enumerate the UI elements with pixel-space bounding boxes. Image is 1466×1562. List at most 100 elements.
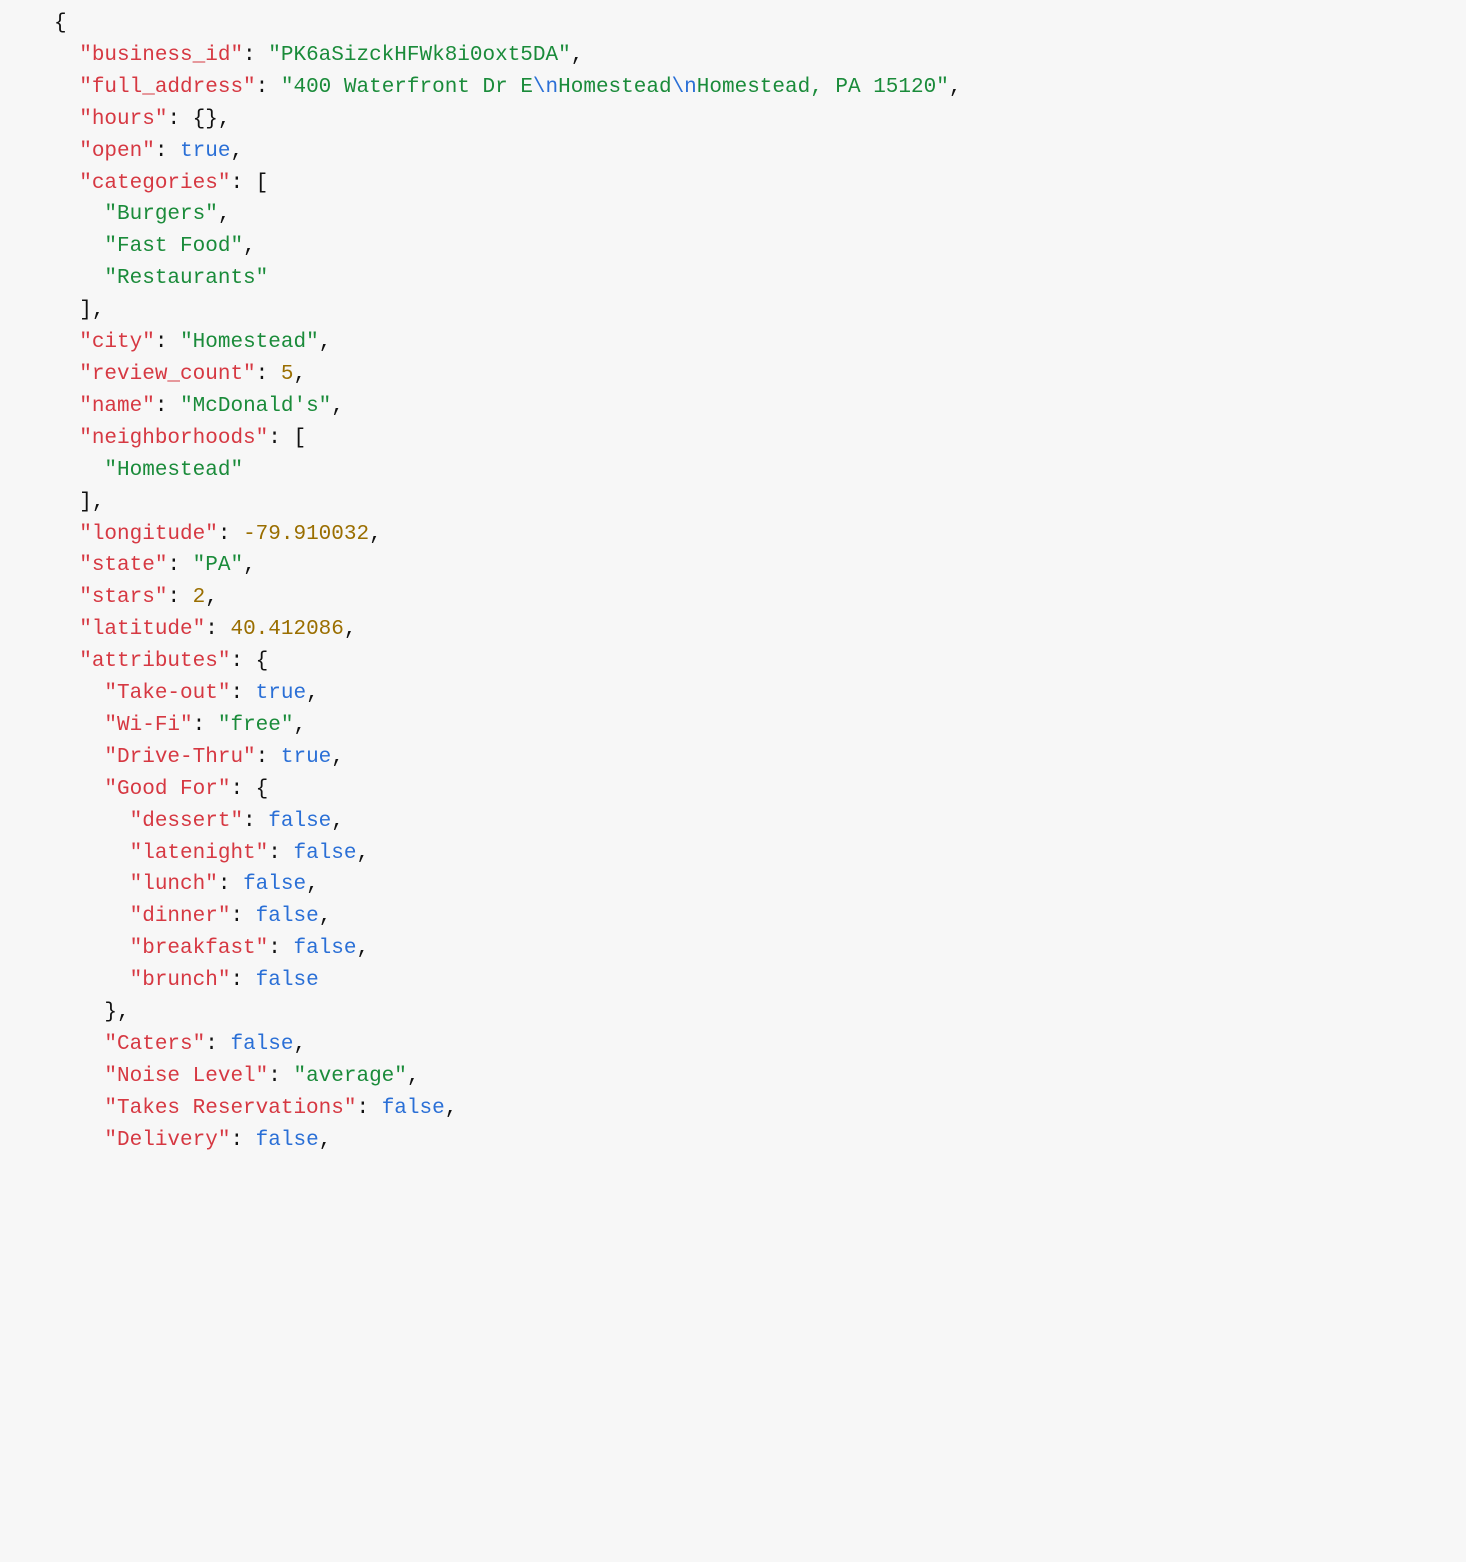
json-punct: : <box>268 937 293 960</box>
json-escape: \n <box>672 76 697 99</box>
json-key: "hours" <box>79 108 167 131</box>
json-punct: : { <box>230 650 268 673</box>
json-punct: , <box>331 810 344 833</box>
json-boolean: false <box>230 1033 293 1056</box>
json-number: -79.910032 <box>243 523 369 546</box>
json-key: "Noise Level" <box>104 1065 268 1088</box>
json-key: "dinner" <box>130 905 231 928</box>
json-punct: : [ <box>230 172 268 195</box>
json-punct: , <box>319 1129 332 1152</box>
json-punct: : <box>268 842 293 865</box>
json-punct: , <box>369 523 382 546</box>
json-boolean: false <box>293 937 356 960</box>
json-key: "state" <box>79 554 167 577</box>
json-boolean: false <box>256 969 319 992</box>
json-punct: : <box>230 905 255 928</box>
json-punct: : <box>167 554 192 577</box>
json-key: "brunch" <box>130 969 231 992</box>
json-punct: : <box>155 140 180 163</box>
json-punct: : <box>243 810 268 833</box>
json-punct: , <box>445 1097 458 1120</box>
json-punct: : <box>268 1065 293 1088</box>
json-key: "stars" <box>79 586 167 609</box>
json-string: "McDonald's" <box>180 395 331 418</box>
json-number: 40.412086 <box>230 618 343 641</box>
json-punct: ], <box>79 299 104 322</box>
json-punct: , <box>356 842 369 865</box>
json-boolean: false <box>256 1129 319 1152</box>
json-string: "average" <box>293 1065 406 1088</box>
json-punct: : <box>155 395 180 418</box>
json-punct: : <box>230 969 255 992</box>
json-punct: , <box>571 44 584 67</box>
json-key: "open" <box>79 140 155 163</box>
json-key: "city" <box>79 331 155 354</box>
json-punct: , <box>230 140 243 163</box>
json-punct: : [ <box>268 427 306 450</box>
json-punct: : <box>256 746 281 769</box>
json-punct: }, <box>104 1001 129 1024</box>
json-boolean: false <box>268 810 331 833</box>
json-punct: : {}, <box>167 108 230 131</box>
json-punct: , <box>243 235 256 258</box>
json-punct: , <box>344 618 357 641</box>
json-punct: : <box>243 44 268 67</box>
json-punct: , <box>306 682 319 705</box>
json-key: "attributes" <box>79 650 230 673</box>
json-key: "Delivery" <box>104 1129 230 1152</box>
json-punct: : <box>167 586 192 609</box>
json-punct: : { <box>230 778 268 801</box>
json-punct: : <box>193 714 218 737</box>
json-punct: , <box>293 1033 306 1056</box>
json-punct: : <box>155 331 180 354</box>
json-punct: { <box>54 12 67 35</box>
json-number: 5 <box>281 363 294 386</box>
json-key: "Take-out" <box>104 682 230 705</box>
json-punct: , <box>293 363 306 386</box>
json-punct: : <box>230 1129 255 1152</box>
json-punct: , <box>356 937 369 960</box>
json-punct: : <box>230 682 255 705</box>
json-key: "breakfast" <box>130 937 269 960</box>
json-string: Homestead <box>558 76 671 99</box>
json-punct: : <box>218 873 243 896</box>
json-key: "longitude" <box>79 523 218 546</box>
json-punct: , <box>218 203 231 226</box>
json-boolean: true <box>281 746 331 769</box>
json-key: "lunch" <box>130 873 218 896</box>
json-string: "PA" <box>193 554 243 577</box>
json-punct: , <box>331 746 344 769</box>
json-string: "Homestead" <box>104 459 243 482</box>
json-boolean: true <box>256 682 306 705</box>
json-key: "name" <box>79 395 155 418</box>
json-string: Homestead, PA 15120" <box>697 76 949 99</box>
json-punct: , <box>293 714 306 737</box>
json-punct: : <box>205 618 230 641</box>
json-boolean: false <box>243 873 306 896</box>
json-punct: : <box>356 1097 381 1120</box>
json-punct: , <box>319 331 332 354</box>
json-punct: , <box>306 873 319 896</box>
json-code-block: { "business_id": "PK6aSizckHFWk8i0oxt5DA… <box>0 0 1466 1157</box>
json-key: "latenight" <box>130 842 269 865</box>
json-string: "Homestead" <box>180 331 319 354</box>
json-key: "neighborhoods" <box>79 427 268 450</box>
json-boolean: false <box>382 1097 445 1120</box>
json-string: "free" <box>218 714 294 737</box>
json-punct: : <box>256 76 281 99</box>
json-punct: , <box>243 554 256 577</box>
json-key: "Wi-Fi" <box>104 714 192 737</box>
json-punct: , <box>407 1065 420 1088</box>
json-punct: : <box>256 363 281 386</box>
json-punct: , <box>949 76 962 99</box>
json-key: "categories" <box>79 172 230 195</box>
json-key: "Caters" <box>104 1033 205 1056</box>
json-punct: , <box>331 395 344 418</box>
json-string: "Fast Food" <box>104 235 243 258</box>
json-key: "Good For" <box>104 778 230 801</box>
json-boolean: true <box>180 140 230 163</box>
json-key: "review_count" <box>79 363 255 386</box>
json-string: "Restaurants" <box>104 267 268 290</box>
json-punct: : <box>205 1033 230 1056</box>
json-punct: , <box>205 586 218 609</box>
